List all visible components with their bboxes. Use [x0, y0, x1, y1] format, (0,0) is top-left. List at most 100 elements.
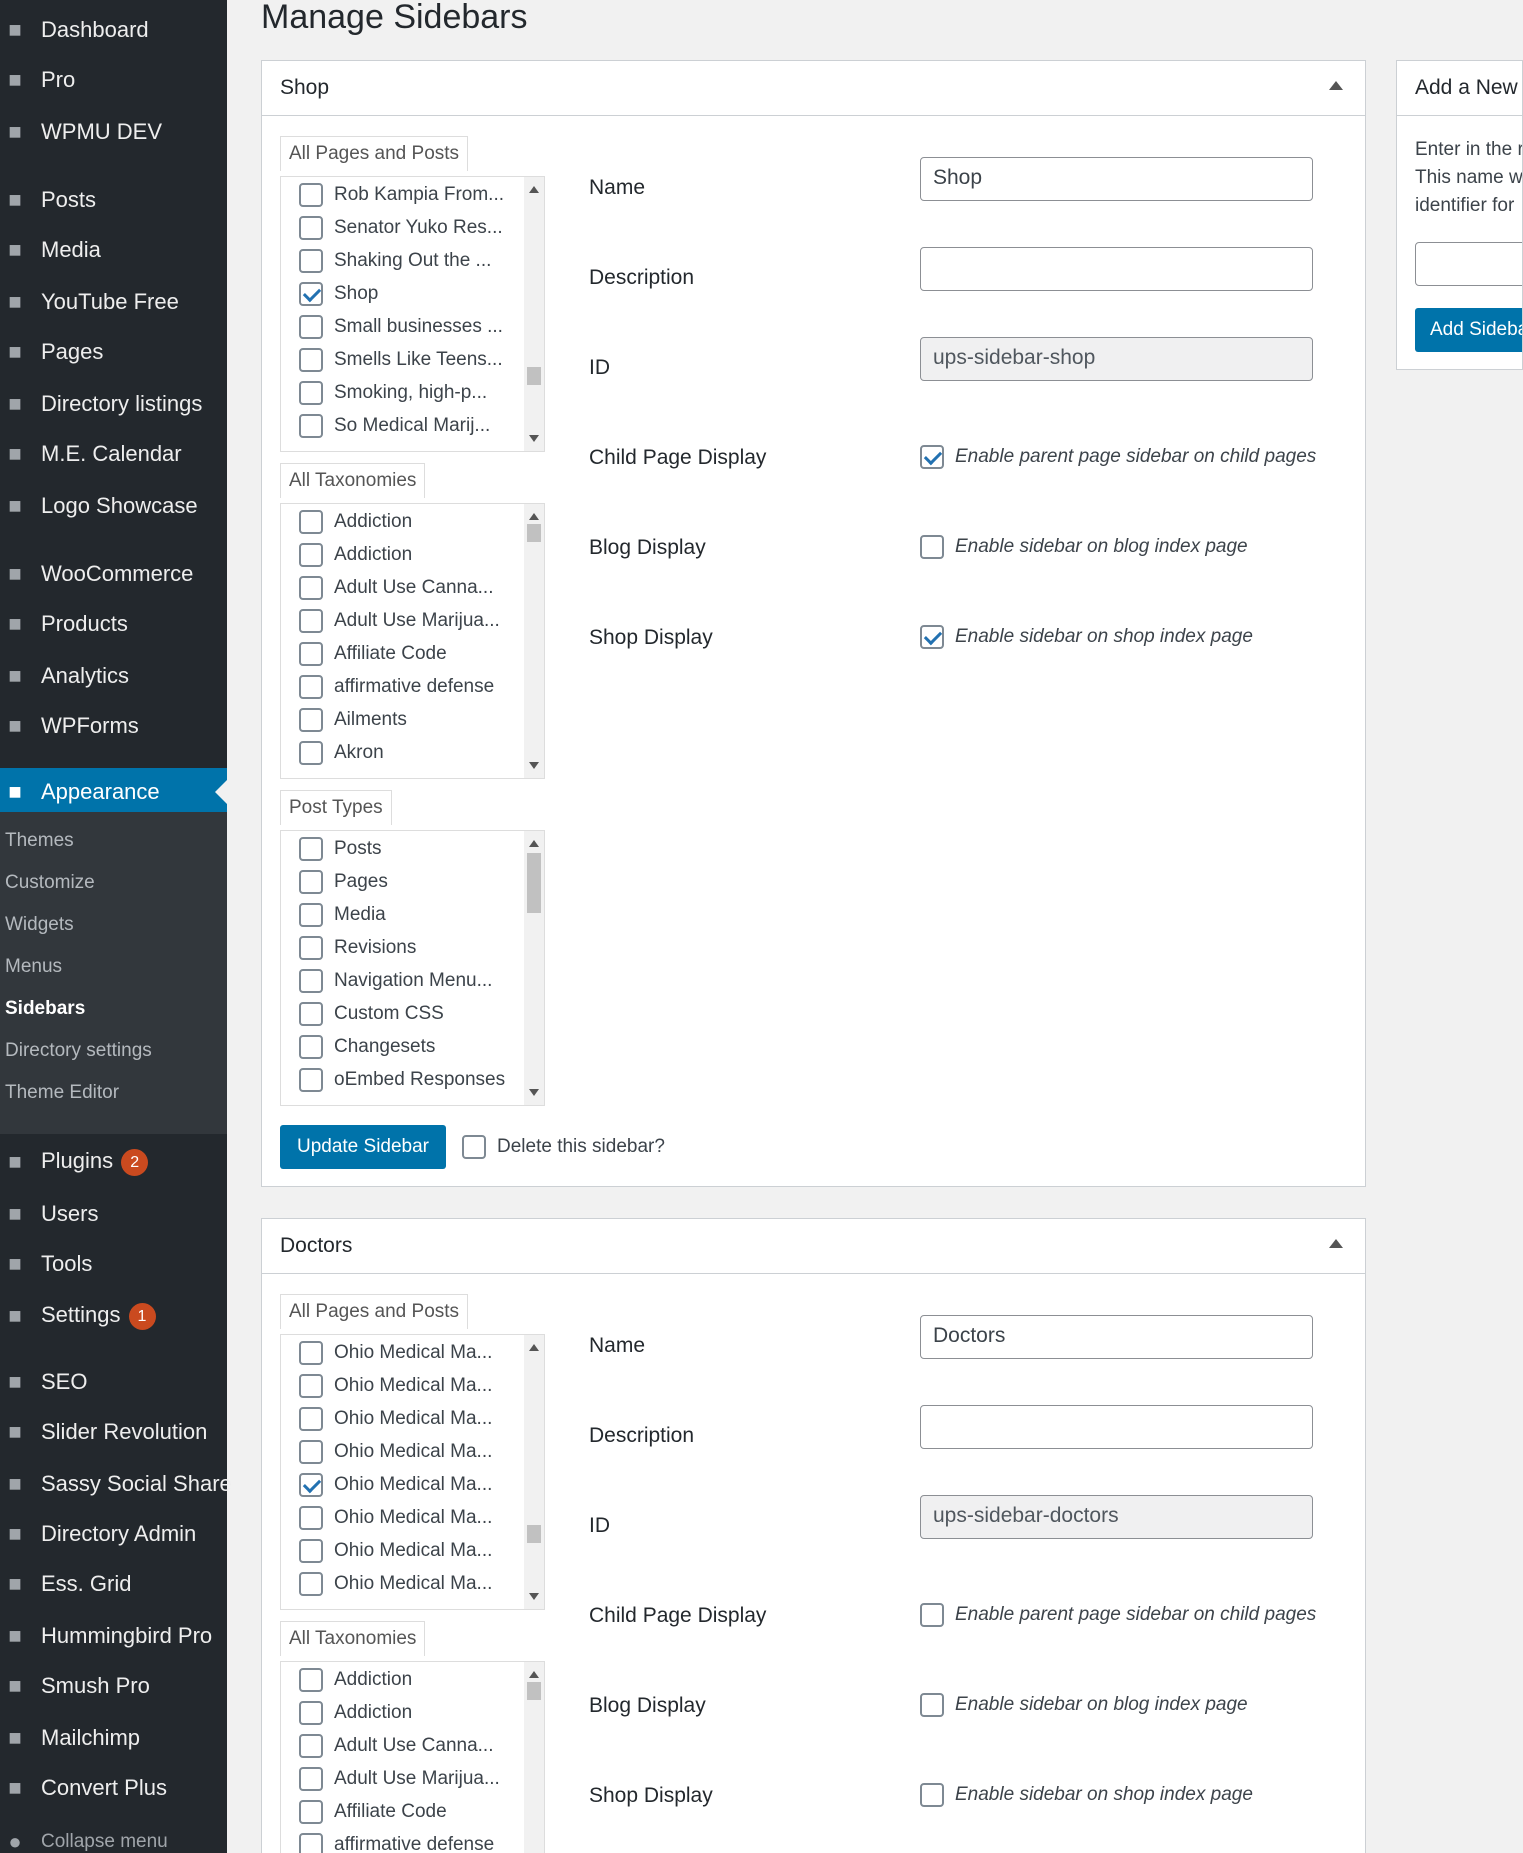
list-item[interactable]: Addiction	[299, 541, 412, 569]
checkbox[interactable]	[299, 870, 323, 894]
menu-item-woocommerce[interactable]: ■ WooCommerce	[0, 550, 227, 598]
checkbox[interactable]	[299, 1440, 323, 1464]
checkbox[interactable]	[299, 1002, 323, 1026]
list-item[interactable]: affirmative defense	[299, 1831, 494, 1853]
checkbox[interactable]	[299, 183, 323, 207]
list-tab[interactable]: All Pages and Posts	[280, 1294, 469, 1329]
checkbox[interactable]	[299, 903, 323, 927]
checkbox[interactable]	[299, 510, 323, 534]
list-item[interactable]: Posts	[299, 835, 382, 863]
collapse-toggle-icon[interactable]	[1329, 1239, 1343, 1248]
list-item[interactable]: Small businesses ...	[299, 313, 503, 341]
list-item[interactable]: Adult Use Canna...	[299, 1732, 493, 1760]
menu-item-hummingbird-pro[interactable]: ■ Hummingbird Pro	[0, 1612, 227, 1660]
sidebar-description-input[interactable]	[920, 1405, 1313, 1449]
checkbox[interactable]	[299, 1341, 323, 1365]
menu-item-mailchimp[interactable]: ■ Mailchimp	[0, 1714, 227, 1762]
submenu-item-widgets[interactable]: Widgets	[5, 914, 74, 936]
scroll-down-arrow[interactable]	[529, 435, 539, 442]
scroll-down-arrow[interactable]	[529, 1089, 539, 1096]
checkbox[interactable]	[299, 837, 323, 861]
checkbox[interactable]	[299, 1668, 323, 1692]
checkbox[interactable]	[920, 535, 944, 559]
sidebar-name-input[interactable]: Doctors	[920, 1315, 1313, 1359]
checkbox[interactable]	[299, 1407, 323, 1431]
scrollbar[interactable]	[524, 177, 544, 451]
sidebar-description-input[interactable]	[920, 247, 1313, 291]
list-item[interactable]: Adult Use Marijua...	[299, 607, 500, 635]
checkbox[interactable]	[299, 936, 323, 960]
menu-item-posts[interactable]: ■ Posts	[0, 176, 227, 224]
list-tab[interactable]: All Taxonomies	[280, 463, 426, 498]
sidebar-box-header[interactable]: Shop	[262, 61, 1365, 116]
list-item[interactable]: Navigation Menu...	[299, 967, 492, 995]
list-item[interactable]: Changesets	[299, 1033, 435, 1061]
scroll-thumb[interactable]	[527, 524, 541, 542]
scroll-thumb[interactable]	[527, 367, 541, 385]
checkbox[interactable]	[920, 1783, 944, 1807]
add-sidebar-button[interactable]: Add Sideba	[1415, 308, 1522, 352]
list-item[interactable]: Adult Use Canna...	[299, 574, 493, 602]
list-item[interactable]: Affiliate Code	[299, 1798, 447, 1826]
list-tab[interactable]: Post Types	[280, 790, 392, 825]
checkbox[interactable]	[920, 1603, 944, 1627]
list-item[interactable]: Addiction	[299, 1699, 412, 1727]
checkbox[interactable]	[299, 414, 323, 438]
menu-item-analytics[interactable]: ■ Analytics	[0, 652, 227, 700]
menu-item-youtube-free[interactable]: ■ YouTube Free	[0, 278, 227, 326]
list-item[interactable]: Pages	[299, 868, 388, 896]
scroll-thumb[interactable]	[527, 1682, 541, 1700]
list-item[interactable]: Ohio Medical Ma...	[299, 1339, 492, 1367]
checkbox[interactable]	[299, 216, 323, 240]
list-item[interactable]: Ohio Medical Ma...	[299, 1471, 492, 1499]
scroll-up-arrow[interactable]	[529, 840, 539, 847]
scroll-up-arrow[interactable]	[529, 1671, 539, 1678]
checkbox[interactable]	[299, 1035, 323, 1059]
checkbox[interactable]	[299, 1734, 323, 1758]
scroll-thumb[interactable]	[527, 853, 541, 913]
menu-item-wpforms[interactable]: ■ WPForms	[0, 702, 227, 750]
list-item[interactable]: Adult Use Marijua...	[299, 1765, 500, 1793]
checkbox[interactable]	[299, 348, 323, 372]
checkbox[interactable]	[299, 543, 323, 567]
checkbox[interactable]	[920, 445, 944, 469]
checkbox[interactable]	[299, 708, 323, 732]
menu-item-ess-grid[interactable]: ■ Ess. Grid	[0, 1560, 227, 1608]
scroll-down-arrow[interactable]	[529, 1593, 539, 1600]
sidebar-name-input[interactable]: Shop	[920, 157, 1313, 201]
checkbox[interactable]	[299, 1374, 323, 1398]
checkbox[interactable]	[299, 969, 323, 993]
list-item[interactable]: Addiction	[299, 1666, 412, 1694]
menu-item-directory-admin[interactable]: ■ Directory Admin	[0, 1510, 227, 1558]
list-item[interactable]: So Medical Marij...	[299, 412, 490, 440]
menu-item-seo[interactable]: ■ SEO	[0, 1358, 227, 1406]
list-item[interactable]: Affiliate Code	[299, 640, 447, 668]
checkbox[interactable]	[299, 1506, 323, 1530]
checkbox[interactable]	[920, 1693, 944, 1717]
menu-item-settings[interactable]: ■ Settings 1	[0, 1292, 227, 1340]
menu-item-pages[interactable]: ■ Pages	[0, 328, 227, 376]
sidebar-box-header[interactable]: Doctors	[262, 1219, 1365, 1274]
menu-item-m-e-calendar[interactable]: ■ M.E. Calendar	[0, 430, 227, 478]
menu-item-sassy-social-share[interactable]: ■ Sassy Social Share	[0, 1460, 231, 1508]
menu-item-dashboard[interactable]: ■ Dashboard	[0, 6, 227, 54]
list-item[interactable]: Ohio Medical Ma...	[299, 1438, 492, 1466]
checkbox[interactable]	[299, 1572, 323, 1596]
list-item[interactable]: Senator Yuko Res...	[299, 214, 503, 242]
list-item[interactable]: Shop	[299, 280, 378, 308]
list-item[interactable]: Ohio Medical Ma...	[299, 1504, 492, 1532]
list-item[interactable]: Ailments	[299, 706, 407, 734]
checkbox[interactable]	[299, 381, 323, 405]
scrollbar[interactable]	[524, 504, 544, 778]
checkbox[interactable]	[299, 1800, 323, 1824]
checkbox[interactable]	[462, 1135, 486, 1159]
submenu-item-themes[interactable]: Themes	[5, 830, 74, 852]
list-item[interactable]: Ohio Medical Ma...	[299, 1570, 492, 1598]
menu-item-plugins[interactable]: ■ Plugins 2	[0, 1138, 227, 1186]
shop-index-sidebar-option[interactable]: Enable sidebar on shop index page	[920, 1783, 1253, 1807]
list-item[interactable]: Ohio Medical Ma...	[299, 1537, 492, 1565]
list-item[interactable]: Akron	[299, 739, 384, 767]
list-item[interactable]: Ohio Medical Ma...	[299, 1405, 492, 1433]
submenu-item-customize[interactable]: Customize	[5, 872, 95, 894]
new-sidebar-name-input[interactable]	[1415, 242, 1522, 286]
